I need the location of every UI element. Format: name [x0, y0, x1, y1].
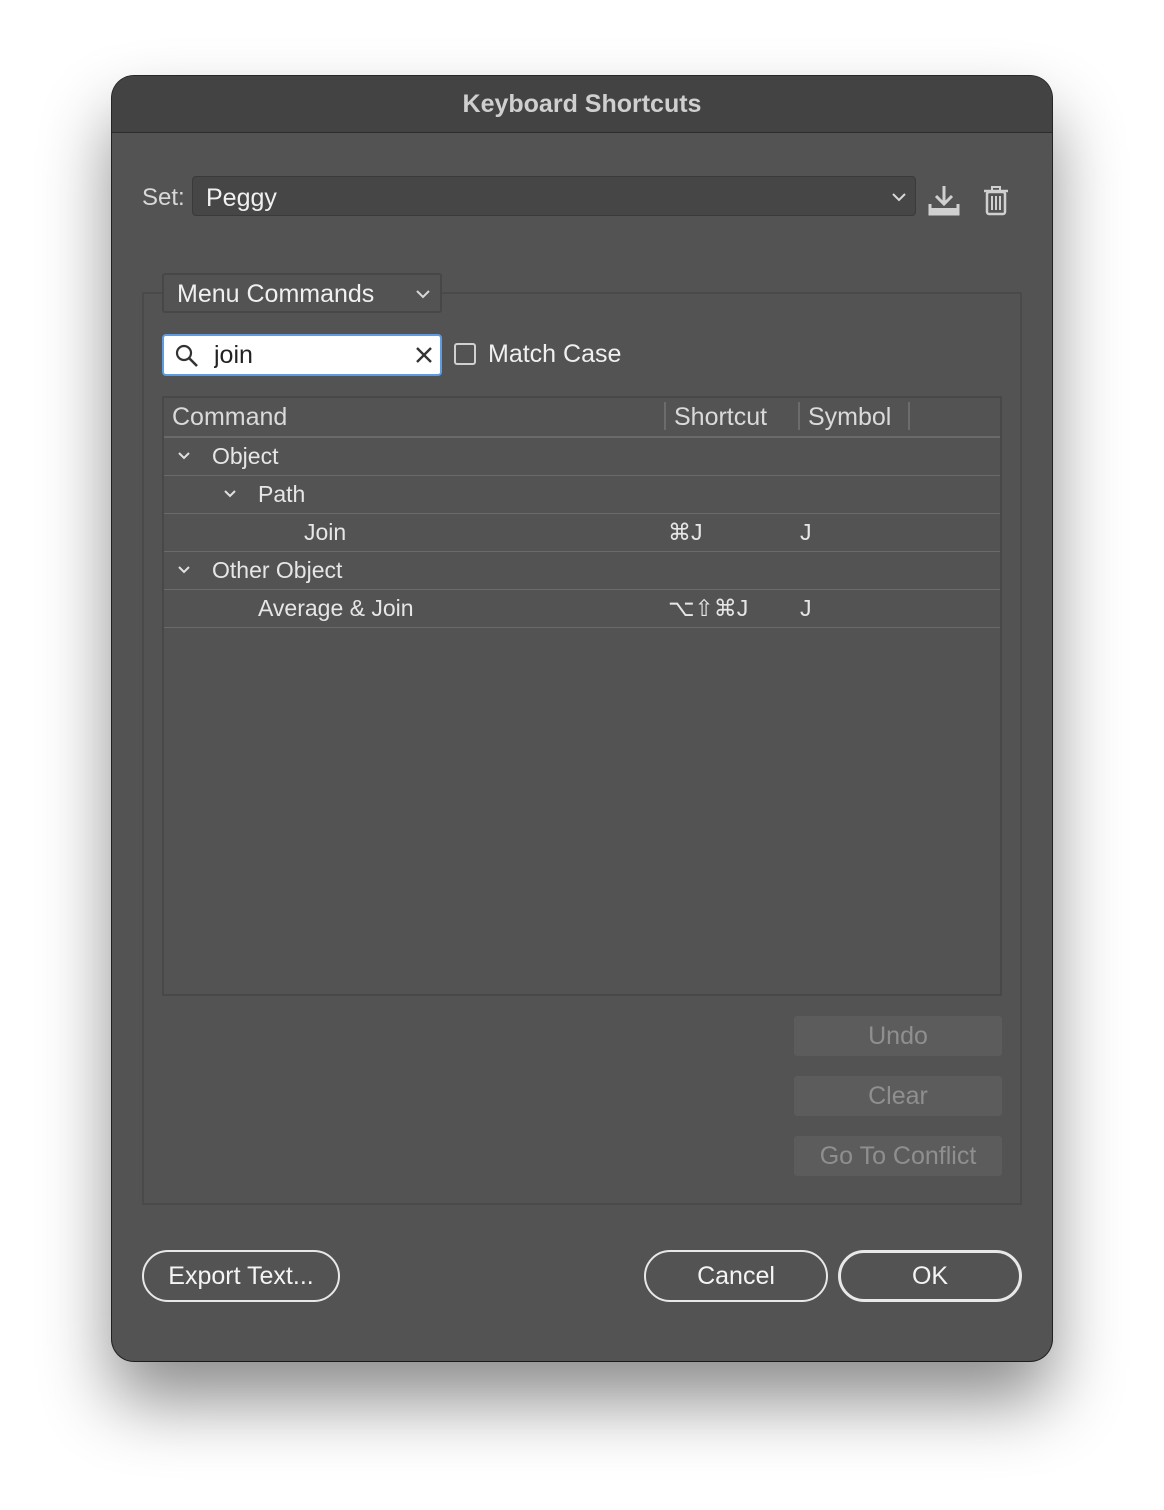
- keyboard-shortcuts-dialog: Keyboard Shortcuts Set: Peggy Menu Comma…: [112, 76, 1052, 1361]
- column-divider[interactable]: [664, 402, 666, 430]
- command-cell: Average & Join: [258, 595, 414, 621]
- shortcut-cell[interactable]: ⌘J: [668, 519, 703, 546]
- command-cell: Join: [304, 519, 347, 545]
- table-header: Command Shortcut Symbol: [164, 398, 1000, 438]
- command-cell: Path: [258, 481, 306, 507]
- table-row[interactable]: Join ⌘J J: [164, 514, 1000, 552]
- match-case-label: Match Case: [488, 340, 622, 368]
- clear-button[interactable]: Clear: [794, 1076, 1002, 1116]
- dialog-title: Keyboard Shortcuts: [112, 76, 1052, 133]
- go-to-conflict-button[interactable]: Go To Conflict: [794, 1136, 1002, 1176]
- set-label: Set:: [142, 184, 185, 211]
- clear-search-icon[interactable]: [414, 345, 434, 365]
- trash-icon[interactable]: [978, 182, 1014, 218]
- shortcuts-table[interactable]: Command Shortcut Symbol Object Path Join…: [162, 396, 1002, 996]
- match-case-checkbox[interactable]: [454, 343, 476, 365]
- column-header-shortcut[interactable]: Shortcut: [674, 403, 767, 432]
- chevron-down-icon: [416, 290, 430, 299]
- set-select[interactable]: Peggy: [192, 176, 916, 216]
- table-row[interactable]: Average & Join ⌥⇧⌘J J: [164, 590, 1000, 628]
- set-select-value: Peggy: [206, 184, 277, 212]
- search-field[interactable]: [162, 334, 442, 376]
- symbol-cell: J: [800, 519, 812, 545]
- search-input[interactable]: [214, 340, 394, 370]
- table-row[interactable]: Other Object: [164, 552, 1000, 590]
- column-divider[interactable]: [798, 402, 800, 430]
- undo-button[interactable]: Undo: [794, 1016, 1002, 1056]
- table-row[interactable]: Path: [164, 476, 1000, 514]
- ok-button[interactable]: OK: [838, 1250, 1022, 1302]
- disclosure-chevron-icon[interactable]: [176, 564, 192, 576]
- shortcut-cell[interactable]: ⌥⇧⌘J: [668, 595, 748, 622]
- disclosure-chevron-icon[interactable]: [222, 488, 238, 500]
- search-icon: [175, 344, 198, 367]
- column-divider[interactable]: [908, 402, 910, 430]
- command-type-select[interactable]: Menu Commands: [162, 273, 442, 313]
- command-type-value: Menu Commands: [177, 280, 375, 308]
- command-cell: Other Object: [212, 557, 343, 583]
- command-cell: Object: [212, 443, 279, 469]
- symbol-cell: J: [800, 595, 812, 621]
- save-set-icon[interactable]: [926, 182, 962, 218]
- export-text-button[interactable]: Export Text...: [142, 1250, 340, 1302]
- table-row[interactable]: Object: [164, 438, 1000, 476]
- chevron-down-icon: [892, 193, 906, 202]
- cancel-button[interactable]: Cancel: [644, 1250, 828, 1302]
- column-header-command[interactable]: Command: [172, 403, 287, 432]
- column-header-symbol[interactable]: Symbol: [808, 403, 891, 432]
- disclosure-chevron-icon[interactable]: [176, 450, 192, 462]
